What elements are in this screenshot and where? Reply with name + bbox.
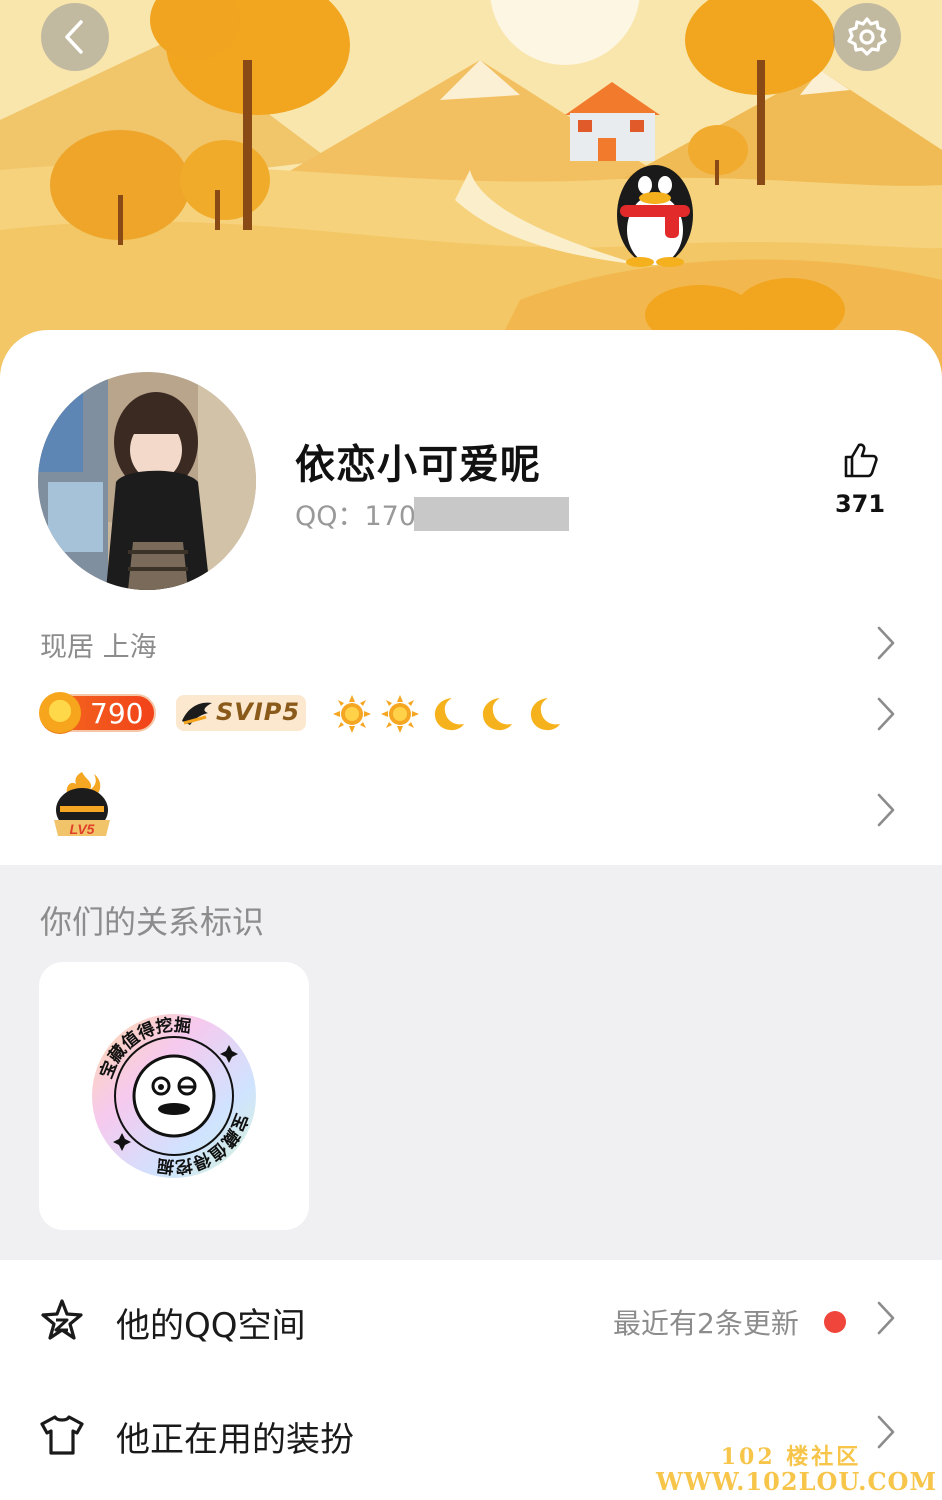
coin-badge: 790 [39,692,156,734]
relationship-title: 你们的关系标识 [40,903,265,941]
nickname: 依恋小可爱呢 [295,442,541,488]
qzone-label: 他的QQ空间 [116,1306,306,1346]
chevron-right-icon [877,697,895,731]
sun-icon [332,694,380,734]
moon-icon [476,694,524,734]
chevron-right-icon [877,793,895,827]
svip-badge: SVIP5 [176,695,306,731]
svip-label: SVIP5 [216,698,301,726]
qq-level-row[interactable]: LV5 [0,770,942,850]
badges-row[interactable]: 790 SVIP5 [0,686,942,742]
like-count: 371 [834,490,886,518]
gear-icon [847,17,887,56]
tshirt-icon [40,1415,84,1455]
qzone-entry[interactable]: 他的QQ空间 最近有2条更新 [0,1262,942,1377]
relationship-section: 你们的关系标识 宝藏值得挖掘 宝藏值得挖掘 [0,865,942,1260]
qzone-update-text: 最近有2条更新 [613,1307,799,1340]
watermark-line2: WWW.102LOU.COM [656,1467,938,1497]
chevron-right-icon [877,1301,895,1335]
level-icons [332,694,572,734]
treasure-badge-icon: 宝藏值得挖掘 宝藏值得挖掘 [92,1014,256,1178]
thumbs-up-icon [844,443,878,478]
qq-penguin-lv5-icon: LV5 [54,772,110,837]
qq-number-redaction [414,496,570,531]
outfit-label: 他正在用的装扮 [116,1420,354,1460]
settings-button[interactable] [833,3,901,71]
autumn-landscape-illustration [0,0,942,380]
profile-page: 依恋小可爱呢 QQ：170 371 现居 上海 790 SVIP5 LV5 你们… [0,0,942,1500]
relationship-badge-card[interactable]: 宝藏值得挖掘 宝藏值得挖掘 [39,962,309,1230]
coin-icon [39,692,81,734]
chevron-right-icon [877,626,895,660]
site-watermark: 102 楼社区 WWW.102LOU.COM [656,1444,938,1497]
moon-icon [428,694,476,734]
watermark-line1: 102 楼社区 [720,1444,862,1470]
sun-icon [380,694,428,734]
location-row[interactable]: 现居 上海 [0,615,942,670]
unread-dot [824,1311,846,1333]
lv-text: LV5 [70,821,95,837]
profile-cover-banner[interactable] [0,0,942,380]
avatar-photo [38,372,256,590]
coin-value: 790 [90,697,144,730]
qq-number: QQ：170 [295,494,570,533]
location-text: 现居 上海 [40,632,157,663]
svip-wing-icon [182,702,212,725]
chevron-left-icon [65,20,83,54]
avatar[interactable] [38,372,256,590]
qq-number-label: QQ：170 [295,501,417,532]
qzone-star-icon [41,1299,83,1340]
back-button[interactable] [41,3,109,71]
chevron-right-icon [877,1415,895,1449]
moon-icon [524,694,572,734]
like-button[interactable]: 371 [830,440,890,518]
